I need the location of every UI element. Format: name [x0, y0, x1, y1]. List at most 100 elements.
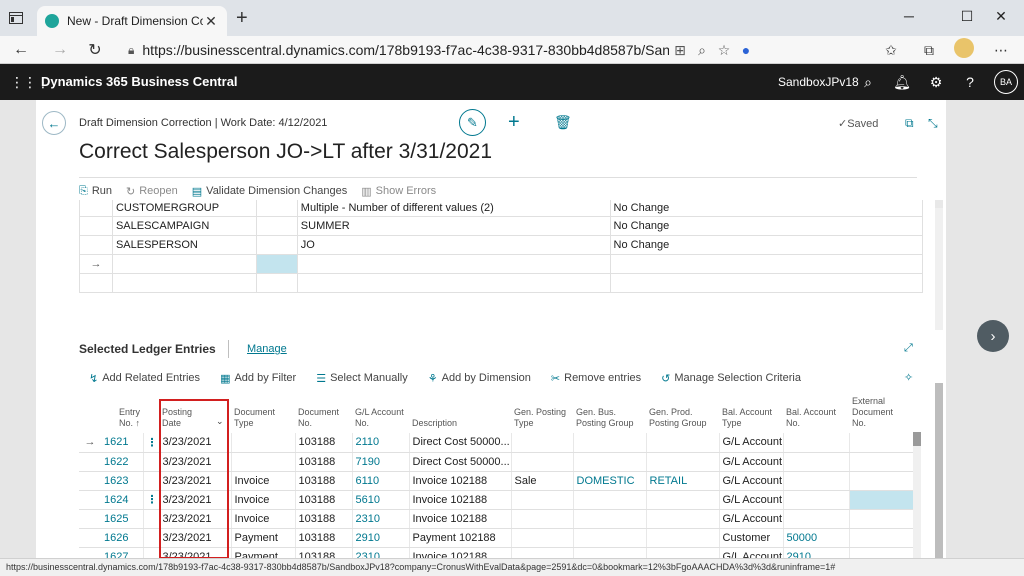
gen-bus-posting-group-cell[interactable]: [573, 433, 647, 453]
col-header-document-no[interactable]: Document No.: [295, 393, 352, 433]
close-tab-icon[interactable]: ✕: [203, 13, 219, 30]
edit-pencil-icon[interactable]: ✎: [459, 109, 486, 136]
minimize-icon[interactable]: ─: [886, 4, 932, 28]
search-icon[interactable]: ⌕: [858, 73, 878, 91]
collections-icon[interactable]: ⧉: [918, 40, 940, 60]
row-actions-ellipsis-icon[interactable]: [143, 471, 160, 491]
gen-prod-posting-group-cell[interactable]: RETAIL: [646, 471, 720, 491]
description-cell[interactable]: Direct Cost 50000...: [409, 452, 512, 472]
next-record-chevron-icon[interactable]: ›: [977, 320, 1009, 352]
notifications-bell-icon[interactable]: 🔔︎: [892, 73, 912, 91]
validate-dimension-changes-button[interactable]: ▤ Validate Dimension Changes: [192, 185, 347, 198]
bal-account-no-cell[interactable]: 50000: [783, 528, 850, 548]
gen-bus-posting-group-cell[interactable]: DOMESTIC: [573, 471, 647, 491]
select-manually-button[interactable]: ☰ Select Manually: [316, 372, 408, 385]
gen-posting-type-cell[interactable]: Sale: [511, 471, 574, 491]
gen-posting-type-cell[interactable]: [511, 509, 574, 529]
personalize-icon[interactable]: ✧: [904, 371, 913, 384]
col-header-gl-account-no[interactable]: G/L Account No.: [352, 393, 409, 433]
add-by-dimension-button[interactable]: ⚘ Add by Dimension: [428, 372, 531, 385]
col-header-document-type[interactable]: Document Type: [231, 393, 295, 433]
dimension-value-cell[interactable]: JO: [296, 234, 611, 255]
manage-menu-button[interactable]: Manage: [247, 343, 287, 355]
gen-posting-type-cell[interactable]: [511, 490, 574, 510]
document-no-cell[interactable]: 103188: [295, 433, 353, 453]
col-header-external-document-no[interactable]: External Document No.: [849, 393, 913, 433]
forward-icon[interactable]: →: [47, 38, 73, 62]
ledger-scrollbar-thumb[interactable]: [913, 432, 921, 446]
new-tab-icon[interactable]: +: [236, 8, 248, 28]
add-plus-icon[interactable]: +: [508, 111, 520, 134]
col-header-gen-bus-posting-group[interactable]: Gen. Bus. Posting Group: [573, 393, 646, 433]
description-cell[interactable]: Invoice 102188: [409, 509, 512, 529]
extension-icon[interactable]: ●: [735, 42, 757, 58]
bal-account-type-cell[interactable]: G/L Account: [719, 471, 784, 491]
add-by-filter-button[interactable]: ▦ Add by Filter: [220, 372, 296, 385]
back-icon[interactable]: ←: [8, 38, 34, 62]
document-type-cell[interactable]: [231, 452, 296, 472]
close-window-icon[interactable]: ✕: [978, 4, 1024, 28]
run-button[interactable]: ⎘ Run: [79, 185, 112, 198]
document-type-cell[interactable]: Invoice: [231, 509, 296, 529]
external-document-no-cell[interactable]: [849, 528, 914, 548]
environment-name[interactable]: SandboxJPv18: [778, 75, 859, 89]
browser-tab-active[interactable]: New - Draft Dimension Correctio ✕: [37, 6, 227, 36]
apps-icon[interactable]: ⊞: [669, 42, 691, 59]
document-no-cell[interactable]: 103188: [295, 509, 353, 529]
row-actions-ellipsis-icon[interactable]: [143, 452, 160, 472]
app-name[interactable]: Dynamics 365 Business Central: [41, 74, 238, 89]
more-icon[interactable]: ⋯: [990, 40, 1012, 60]
gen-posting-type-cell[interactable]: [511, 433, 574, 453]
collapse-icon[interactable]: ⤡: [928, 116, 938, 131]
entry-no-cell[interactable]: 1626: [101, 528, 144, 548]
change-type-cell[interactable]: No Change: [609, 215, 924, 236]
dimension-value-cell[interactable]: Multiple - Number of different values (2…: [296, 200, 611, 217]
document-no-cell[interactable]: 103188: [295, 528, 353, 548]
col-header-gen-posting-type[interactable]: Gen. Posting Type: [511, 393, 573, 433]
external-document-no-cell[interactable]: [849, 452, 914, 472]
external-document-no-cell[interactable]: [849, 490, 914, 510]
entry-no-cell[interactable]: 1622: [101, 452, 144, 472]
document-type-cell[interactable]: Invoice: [231, 490, 296, 510]
back-arrow-icon[interactable]: ←: [42, 111, 66, 135]
description-cell[interactable]: Invoice 102188: [409, 471, 512, 491]
bal-account-type-cell[interactable]: G/L Account: [719, 452, 784, 472]
col-header-entry-no[interactable]: Entry No. ↑: [101, 393, 143, 433]
document-type-cell[interactable]: Payment: [231, 528, 296, 548]
favorite-star-icon[interactable]: ☆: [713, 42, 735, 59]
page-scrollbar-thumb[interactable]: [935, 383, 943, 558]
dimension-code-cell[interactable]: CUSTOMERGROUP: [111, 200, 257, 217]
entry-no-cell[interactable]: 1624: [101, 490, 144, 510]
change-type-cell[interactable]: No Change: [609, 200, 924, 217]
gen-bus-posting-group-cell[interactable]: [573, 452, 647, 472]
chevron-down-icon[interactable]: ⌄: [216, 416, 224, 427]
document-no-cell[interactable]: 103188: [295, 490, 353, 510]
gen-prod-posting-group-cell[interactable]: [646, 433, 720, 453]
gl-account-no-cell[interactable]: 6110: [352, 471, 410, 491]
gen-posting-type-cell[interactable]: [511, 452, 574, 472]
dimension-value-cell[interactable]: [296, 272, 611, 293]
bal-account-type-cell[interactable]: Customer: [719, 528, 784, 548]
open-new-window-icon[interactable]: ⧉: [905, 116, 914, 131]
ledger-scrollbar[interactable]: [913, 432, 921, 558]
favorites-icon[interactable]: ✩: [880, 40, 902, 60]
row-actions-ellipsis-icon[interactable]: [143, 528, 160, 548]
expand-part-icon[interactable]: ⤢: [904, 342, 913, 355]
col-header-bal-account-type[interactable]: Bal. Account Type: [719, 393, 783, 433]
settings-gear-icon[interactable]: ⚙: [926, 73, 946, 91]
change-type-cell[interactable]: [609, 253, 924, 274]
gen-bus-posting-group-cell[interactable]: [573, 509, 647, 529]
gen-prod-posting-group-cell[interactable]: [646, 509, 720, 529]
dimension-code-cell[interactable]: [111, 253, 257, 274]
description-cell[interactable]: Direct Cost 50000...: [409, 433, 512, 453]
gen-bus-posting-group-cell[interactable]: [573, 528, 647, 548]
bal-account-type-cell[interactable]: G/L Account: [719, 490, 784, 510]
page-scrollbar[interactable]: [935, 200, 943, 330]
browser-profile-avatar[interactable]: [954, 38, 974, 58]
row-actions-ellipsis-icon[interactable]: ⋮: [143, 433, 160, 453]
dimension-value-cell[interactable]: SUMMER: [296, 215, 611, 236]
bal-account-no-cell[interactable]: [783, 509, 850, 529]
dimension-code-cell[interactable]: [111, 272, 257, 293]
manage-selection-criteria-button[interactable]: ↺ Manage Selection Criteria: [661, 372, 801, 385]
gen-prod-posting-group-cell[interactable]: [646, 452, 720, 472]
